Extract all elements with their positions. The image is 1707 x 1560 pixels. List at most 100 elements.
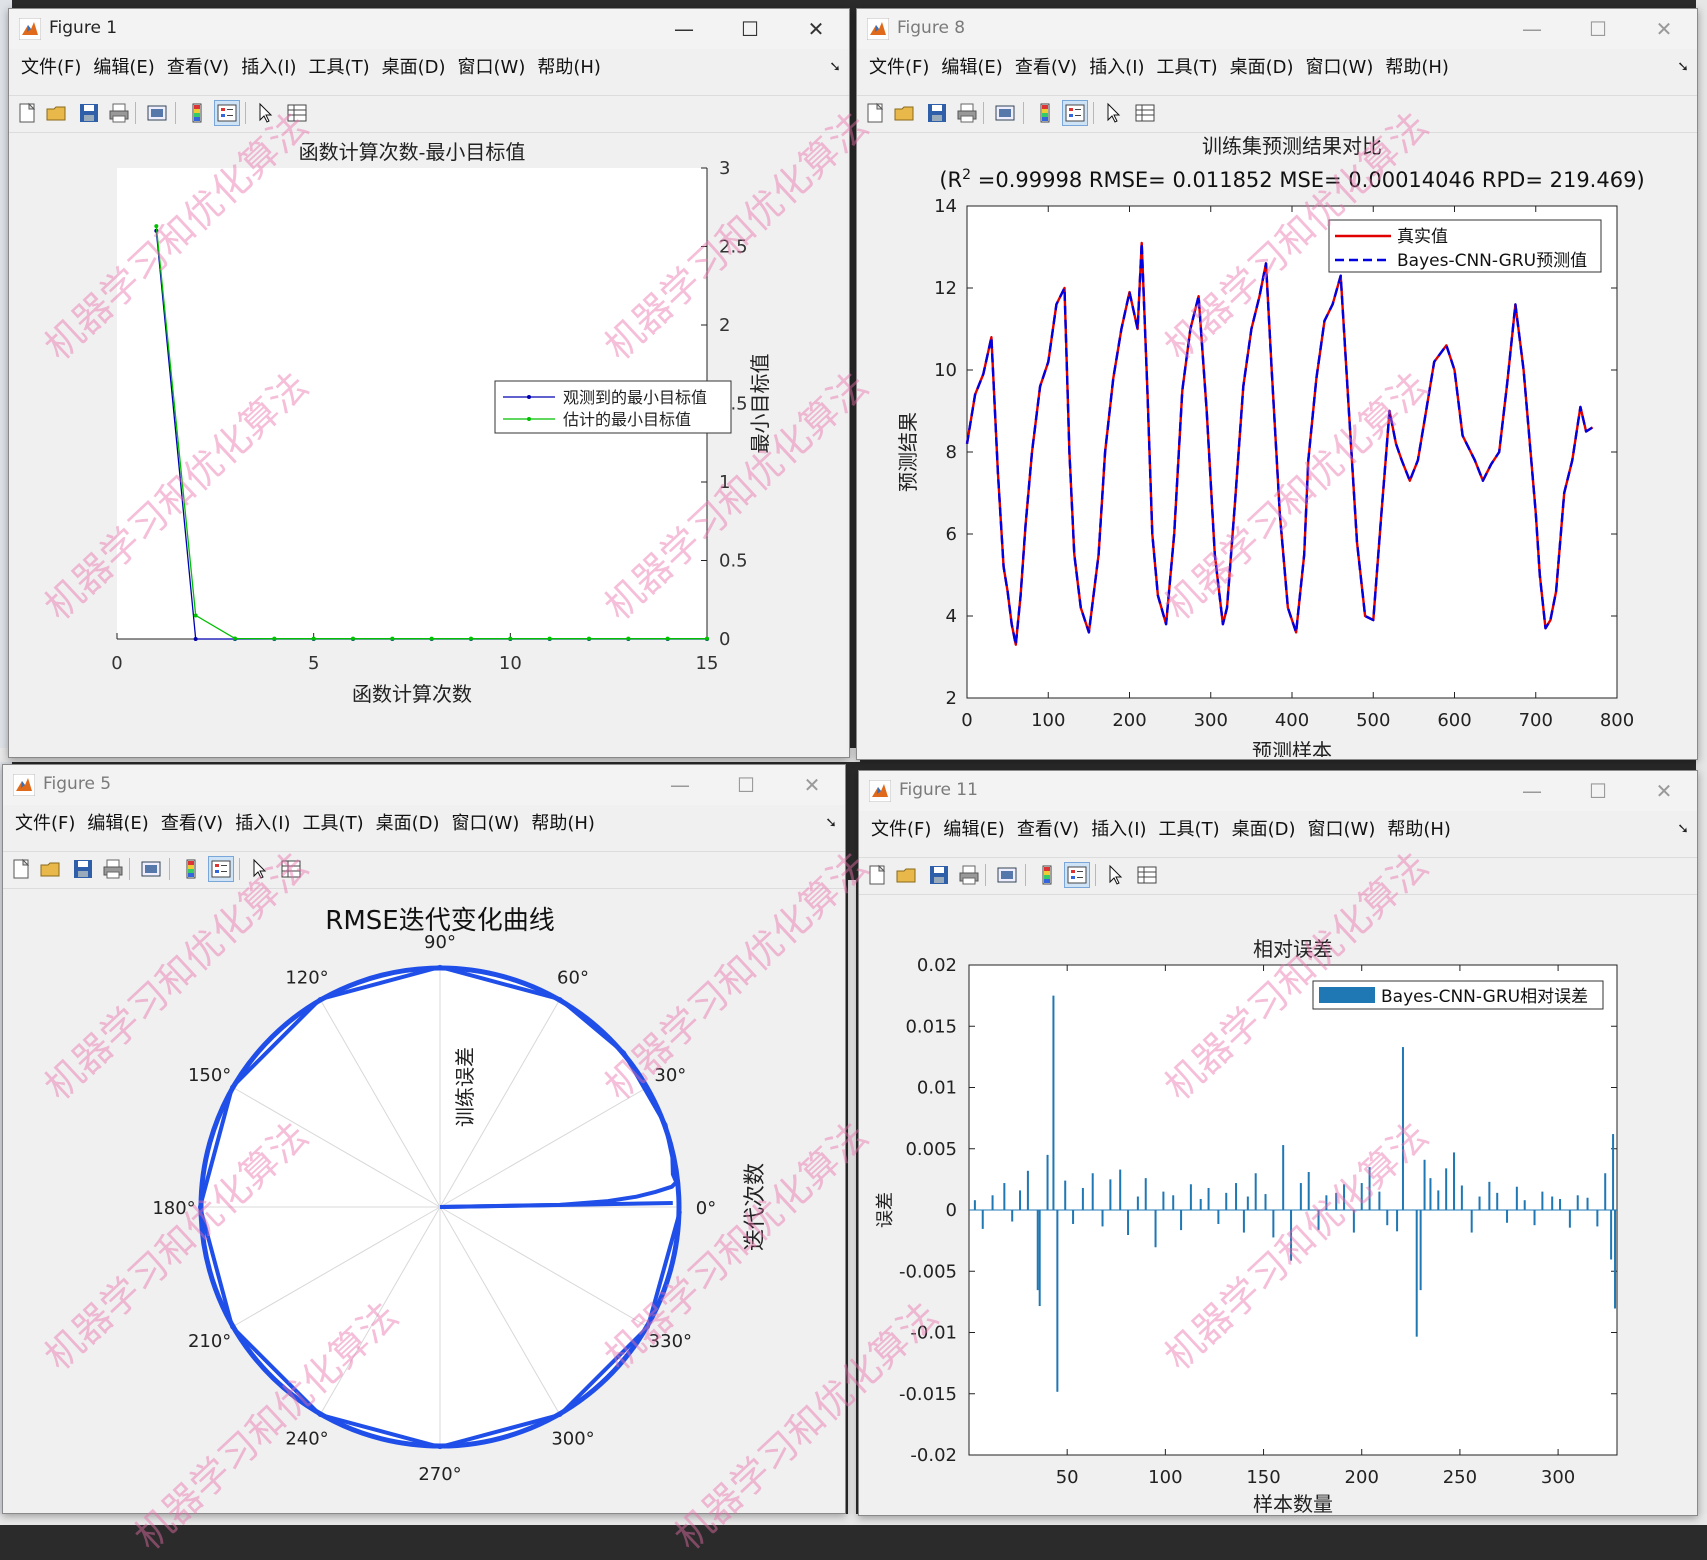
- plot-area[interactable]: 0°30°60°90°120°150°180°210°240°270°300°3…: [3, 889, 843, 1511]
- save-icon[interactable]: [77, 101, 101, 125]
- title-bar[interactable]: Figure 1 — ☐ ✕: [9, 9, 849, 49]
- plot-area[interactable]: 0 5 10 1500.511.522.53函数计算次数-最小目标值函数计算次数最小目…: [9, 133, 847, 755]
- save-icon[interactable]: [927, 863, 951, 887]
- legend-icon[interactable]: [214, 100, 240, 126]
- legend-icon[interactable]: [208, 856, 234, 882]
- minimize-button[interactable]: —: [1499, 771, 1565, 811]
- new-file-icon[interactable]: [9, 857, 33, 881]
- figure-11-window[interactable]: Figure 11 — ☐ ✕ 文件(F) 编辑(E) 查看(V) 插入(I) 工具(T…: [858, 770, 1698, 1516]
- property-inspector-icon[interactable]: [285, 101, 309, 125]
- figure-1-window[interactable]: Figure 1 — ☐ ✕ 文件(F) 编辑(E) 查看(V) 插入(I) 工具(T)…: [8, 8, 850, 758]
- menu-desktop[interactable]: 桌面(D): [382, 53, 446, 83]
- menu-help[interactable]: 帮助(H): [537, 53, 601, 83]
- menu-window[interactable]: 窗口(W): [1308, 815, 1376, 845]
- figure-5-window[interactable]: Figure 5 — ☐ ✕ 文件(F) 编辑(E) 查看(V) 插入(I) 工具(T)…: [2, 764, 846, 1514]
- new-file-icon[interactable]: [865, 863, 889, 887]
- open-folder-icon[interactable]: [45, 101, 69, 125]
- open-folder-icon[interactable]: [893, 101, 917, 125]
- print-preview-icon[interactable]: [993, 101, 1017, 125]
- menu-tools[interactable]: 工具(T): [1159, 815, 1220, 845]
- legend-icon[interactable]: [1064, 862, 1090, 888]
- maximize-button[interactable]: ☐: [1565, 9, 1631, 49]
- menu-tools[interactable]: 工具(T): [303, 809, 364, 839]
- colorbar-icon[interactable]: [185, 101, 209, 125]
- menu-file[interactable]: 文件(F): [871, 815, 931, 845]
- title-bar[interactable]: Figure 5 — ☐ ✕: [3, 765, 845, 805]
- menu-file[interactable]: 文件(F): [21, 53, 81, 83]
- maximize-button[interactable]: ☐: [713, 765, 779, 805]
- menu-window[interactable]: 窗口(W): [452, 809, 520, 839]
- open-folder-icon[interactable]: [895, 863, 919, 887]
- close-button[interactable]: ✕: [783, 9, 849, 49]
- menu-window[interactable]: 窗口(W): [1306, 53, 1374, 83]
- minimize-button[interactable]: —: [647, 765, 713, 805]
- menu-desktop[interactable]: 桌面(D): [1230, 53, 1294, 83]
- menu-tools[interactable]: 工具(T): [309, 53, 370, 83]
- dock-arrow-icon[interactable]: ➘: [1677, 821, 1689, 837]
- menu-edit[interactable]: 编辑(E): [93, 53, 154, 83]
- menu-edit[interactable]: 编辑(E): [943, 815, 1004, 845]
- print-preview-icon[interactable]: [139, 857, 163, 881]
- new-file-icon[interactable]: [15, 101, 39, 125]
- title-bar[interactable]: Figure 8 — ☐ ✕: [857, 9, 1697, 49]
- pointer-icon[interactable]: [253, 101, 277, 125]
- pointer-icon[interactable]: [1103, 863, 1127, 887]
- close-button[interactable]: ✕: [1631, 9, 1697, 49]
- print-icon[interactable]: [107, 101, 131, 125]
- menu-view[interactable]: 查看(V): [1017, 815, 1079, 845]
- maximize-button[interactable]: ☐: [1565, 771, 1631, 811]
- title-bar[interactable]: Figure 11 — ☐ ✕: [859, 771, 1697, 811]
- minimize-button[interactable]: —: [1499, 9, 1565, 49]
- menu-file[interactable]: 文件(F): [869, 53, 929, 83]
- menu-window[interactable]: 窗口(W): [458, 53, 526, 83]
- colorbar-icon[interactable]: [1033, 101, 1057, 125]
- menu-insert[interactable]: 插入(I): [235, 809, 290, 839]
- property-inspector-icon[interactable]: [1133, 101, 1157, 125]
- new-file-icon[interactable]: [863, 101, 887, 125]
- menu-view[interactable]: 查看(V): [161, 809, 223, 839]
- print-icon[interactable]: [957, 863, 981, 887]
- menu-tools[interactable]: 工具(T): [1157, 53, 1218, 83]
- menu-desktop[interactable]: 桌面(D): [376, 809, 440, 839]
- maximize-button[interactable]: ☐: [717, 9, 783, 49]
- pointer-icon[interactable]: [247, 857, 271, 881]
- menu-help[interactable]: 帮助(H): [1387, 815, 1451, 845]
- menu-help[interactable]: 帮助(H): [531, 809, 595, 839]
- pointer-icon[interactable]: [1101, 101, 1125, 125]
- print-preview-icon[interactable]: [995, 863, 1019, 887]
- menu-file[interactable]: 文件(F): [15, 809, 75, 839]
- plot-area[interactable]: 50 100 150 200 250 300 -0.02 -0.015 -0.01 -0.005 0…: [859, 895, 1695, 1515]
- open-folder-icon[interactable]: [39, 857, 63, 881]
- menu-insert[interactable]: 插入(I): [241, 53, 296, 83]
- property-inspector-icon[interactable]: [1135, 863, 1159, 887]
- menu-insert[interactable]: 插入(I): [1089, 53, 1144, 83]
- menu-view[interactable]: 查看(V): [1015, 53, 1077, 83]
- colorbar-icon[interactable]: [1035, 863, 1059, 887]
- print-icon[interactable]: [101, 857, 125, 881]
- close-button[interactable]: ✕: [1631, 771, 1697, 811]
- error-bar: [1254, 1173, 1257, 1211]
- dock-arrow-icon[interactable]: ➘: [825, 815, 837, 831]
- menu-edit[interactable]: 编辑(E): [941, 53, 1002, 83]
- close-button[interactable]: ✕: [779, 765, 845, 805]
- legend-icon[interactable]: [1062, 100, 1088, 126]
- figure-8-window[interactable]: Figure 8 — ☐ ✕ 文件(F) 编辑(E) 查看(V) 插入(I) 工具(T)…: [856, 8, 1698, 760]
- minimize-button[interactable]: —: [651, 9, 717, 49]
- menu-edit[interactable]: 编辑(E): [87, 809, 148, 839]
- plot-area[interactable]: 0 100 200 300 400 500 600 700 800 2 4 6 8 10 12 14 训练集预测…: [857, 133, 1695, 757]
- print-icon[interactable]: [955, 101, 979, 125]
- save-icon[interactable]: [71, 857, 95, 881]
- error-bar: [1282, 1145, 1285, 1211]
- print-preview-icon[interactable]: [145, 101, 169, 125]
- menu-insert[interactable]: 插入(I): [1091, 815, 1146, 845]
- colorbar-icon[interactable]: [179, 857, 203, 881]
- toolbar-separator: [135, 102, 136, 124]
- menu-desktop[interactable]: 桌面(D): [1232, 815, 1296, 845]
- save-icon[interactable]: [925, 101, 949, 125]
- dock-arrow-icon[interactable]: ➘: [829, 59, 841, 75]
- dock-arrow-icon[interactable]: ➘: [1677, 59, 1689, 75]
- error-bar: [1352, 1210, 1355, 1233]
- property-inspector-icon[interactable]: [279, 857, 303, 881]
- menu-view[interactable]: 查看(V): [167, 53, 229, 83]
- menu-help[interactable]: 帮助(H): [1385, 53, 1449, 83]
